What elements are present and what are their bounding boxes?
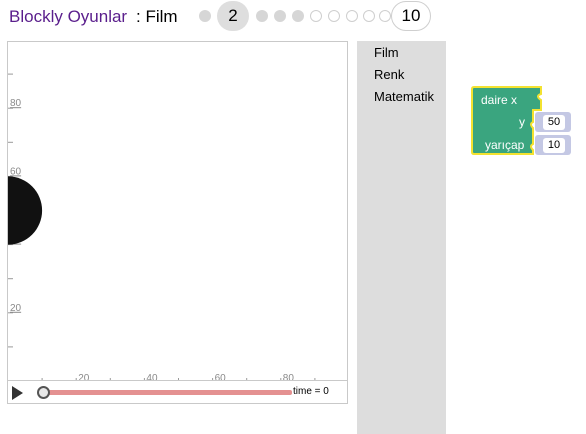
block-label-daire: daire x <box>481 93 518 107</box>
app-title-link[interactable]: Blockly Oyunlar <box>9 7 127 27</box>
y-tick-label: 60 <box>10 166 22 177</box>
level-dot-1[interactable] <box>199 10 211 22</box>
x-tick-label: 20 <box>78 373 90 381</box>
playback-controls: time = 0 <box>7 381 348 404</box>
block-label-radius: yarıçap <box>485 138 525 152</box>
toolbox-category-renk[interactable]: Renk <box>374 67 404 82</box>
level-dot-9[interactable] <box>363 10 375 22</box>
time-label: time = 0 <box>293 386 329 397</box>
y-tick-label: 20 <box>10 303 22 314</box>
level-dot-5[interactable] <box>292 10 304 22</box>
radius-value-field[interactable]: 10 <box>543 138 565 153</box>
level-dot-8[interactable] <box>346 10 358 22</box>
display-canvas: 80 60 40 20 20 40 60 80 <box>7 41 348 381</box>
play-button[interactable] <box>12 386 23 400</box>
block-label-y: y <box>519 115 525 129</box>
circle-shape <box>8 176 43 245</box>
number-block-y[interactable]: 50 <box>535 112 571 132</box>
level-dot-6[interactable] <box>310 10 322 22</box>
time-slider-track[interactable] <box>42 390 292 395</box>
page-title: : Film <box>136 7 178 26</box>
x-tick-label: 40 <box>146 373 158 381</box>
current-level-badge: 2 <box>217 1 249 31</box>
level-dot-3[interactable] <box>256 10 268 22</box>
x-tick-label: 60 <box>215 373 227 381</box>
last-level-badge[interactable]: 10 <box>391 1 431 31</box>
header: Blockly Oyunlar : Film 2 10 <box>0 0 586 38</box>
level-dot-4[interactable] <box>274 10 286 22</box>
toolbox-category-film[interactable]: Film <box>374 45 399 60</box>
time-slider-knob[interactable] <box>37 386 50 399</box>
toolbox: Film Renk Matematik <box>357 41 446 434</box>
y-value-field[interactable]: 50 <box>543 115 565 130</box>
level-dot-7[interactable] <box>328 10 340 22</box>
x-axis: 20 40 60 80 <box>41 373 316 381</box>
x-tick-label: 80 <box>283 373 295 381</box>
toolbox-category-matematik[interactable]: Matematik <box>374 89 434 104</box>
y-tick-label: 80 <box>10 98 22 109</box>
number-block-radius[interactable]: 10 <box>535 135 571 155</box>
level-dot-9b[interactable] <box>379 10 391 22</box>
display-svg: 80 60 40 20 20 40 60 80 <box>8 73 316 381</box>
